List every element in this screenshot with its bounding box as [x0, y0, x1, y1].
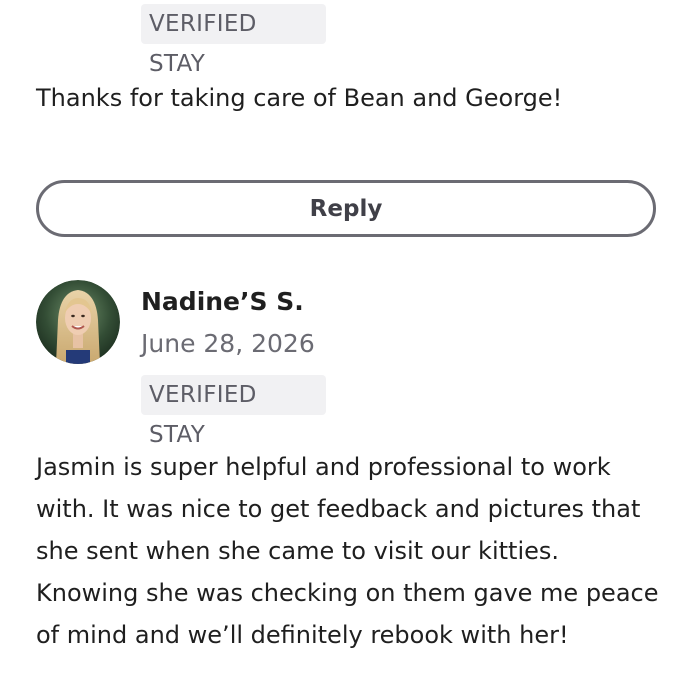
reviews-page: VERIFIED STAY Thanks for taking care of …	[0, 0, 690, 690]
verified-stay-badge: VERIFIED STAY	[141, 375, 326, 448]
review-text: Thanks for taking care of Bean and Georg…	[36, 84, 563, 112]
reply-button[interactable]: Reply	[36, 180, 656, 237]
reviewer-photo-icon	[36, 280, 120, 364]
verified-stay-badge: VERIFIED STAY	[141, 4, 326, 77]
review-text: Jasmin is super helpful and professional…	[36, 453, 659, 649]
reviewer-name: Nadine’S S.	[141, 287, 304, 316]
avatar[interactable]	[36, 280, 120, 364]
review-date: June 28, 2026	[141, 329, 315, 358]
